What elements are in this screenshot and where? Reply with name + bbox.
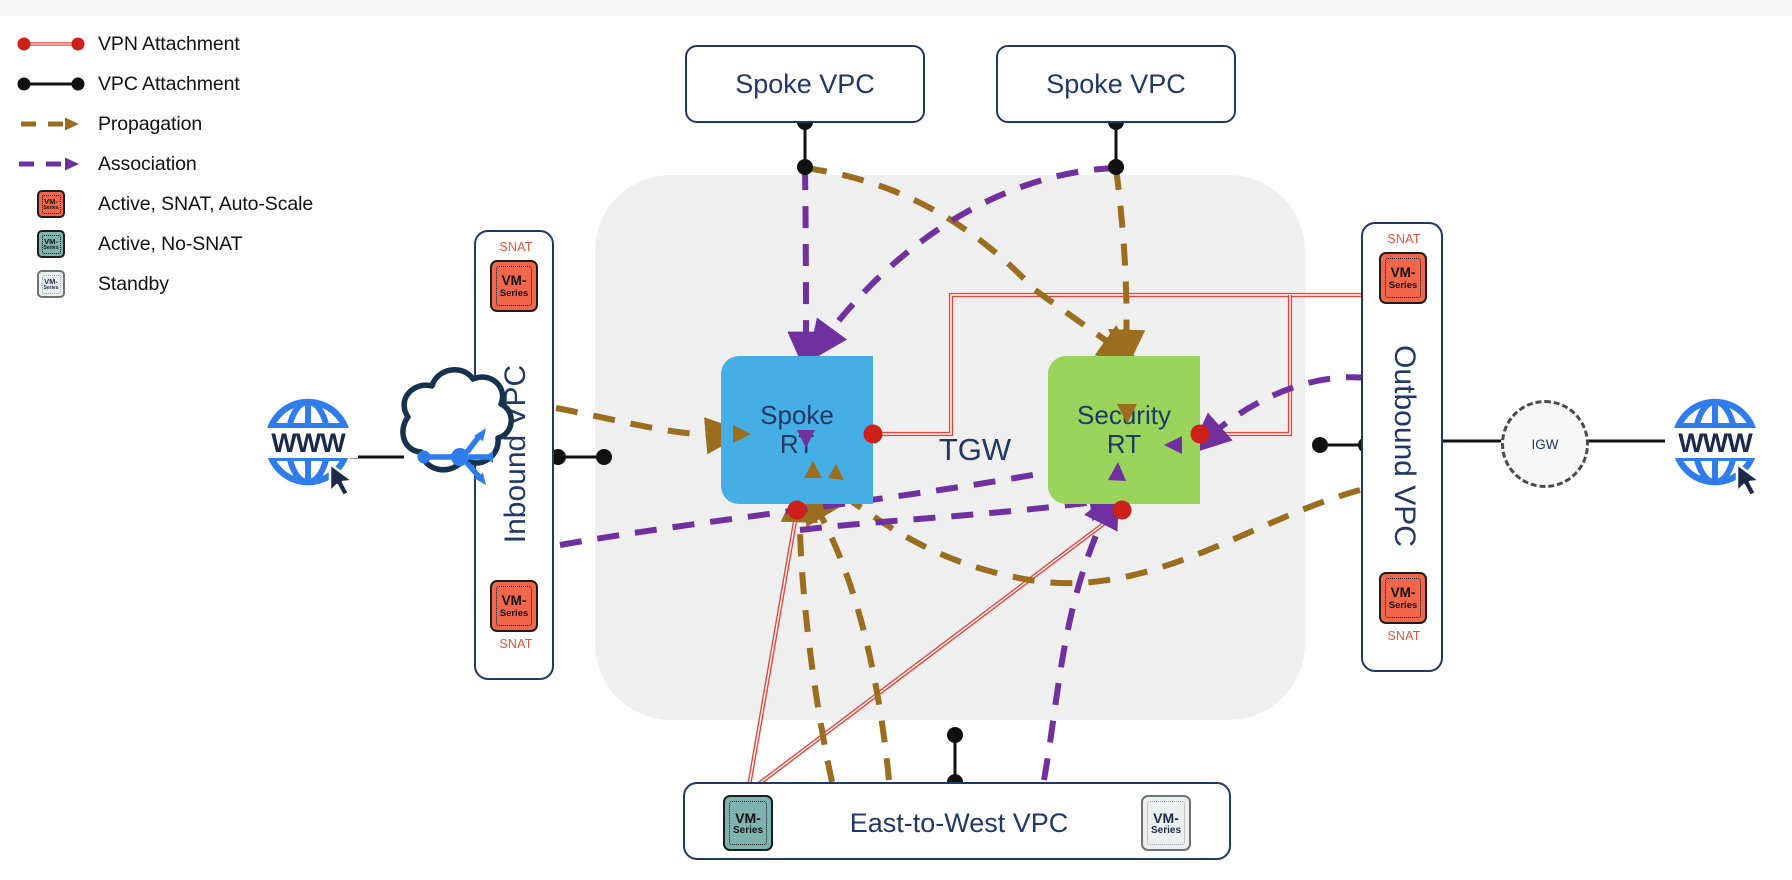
vm-icon-line1: VM- [44, 276, 58, 286]
vm-icon-line1: VM- [501, 273, 527, 288]
vm-icon-line1: VM- [1390, 265, 1416, 280]
vm-icon-line2: Series [732, 824, 764, 836]
vm-icon-line2: Series [43, 204, 59, 211]
vm-icon-line1: VM- [735, 809, 761, 826]
vm-icon-line1: VM- [1390, 585, 1416, 600]
vm-icon-line2: Series [43, 244, 59, 251]
vm-icon-line2: Series [499, 607, 529, 619]
vm-icon-line1: VM- [501, 593, 527, 608]
vm-icon-line1: VM- [1153, 809, 1179, 826]
vm-icon-line2: Series [499, 287, 529, 299]
internet-right-label: WWW [1678, 428, 1753, 458]
vm-icon-line2: Series [1150, 824, 1182, 836]
vm-icon-line1: VM- [44, 196, 58, 206]
diagram-canvas: VPN Attachment VPC Attachment Propagatio… [0, 0, 1792, 880]
vm-icon-line2: Series [1388, 279, 1418, 291]
vm-icon-line1: VM- [44, 236, 58, 246]
internet-right-layer: WWW [1665, 398, 1765, 498]
vm-icon-line2: Series [43, 284, 59, 291]
internet-globe-right-icon[interactable]: WWW [1665, 398, 1765, 498]
vm-icon-line2: Series [1388, 599, 1418, 611]
